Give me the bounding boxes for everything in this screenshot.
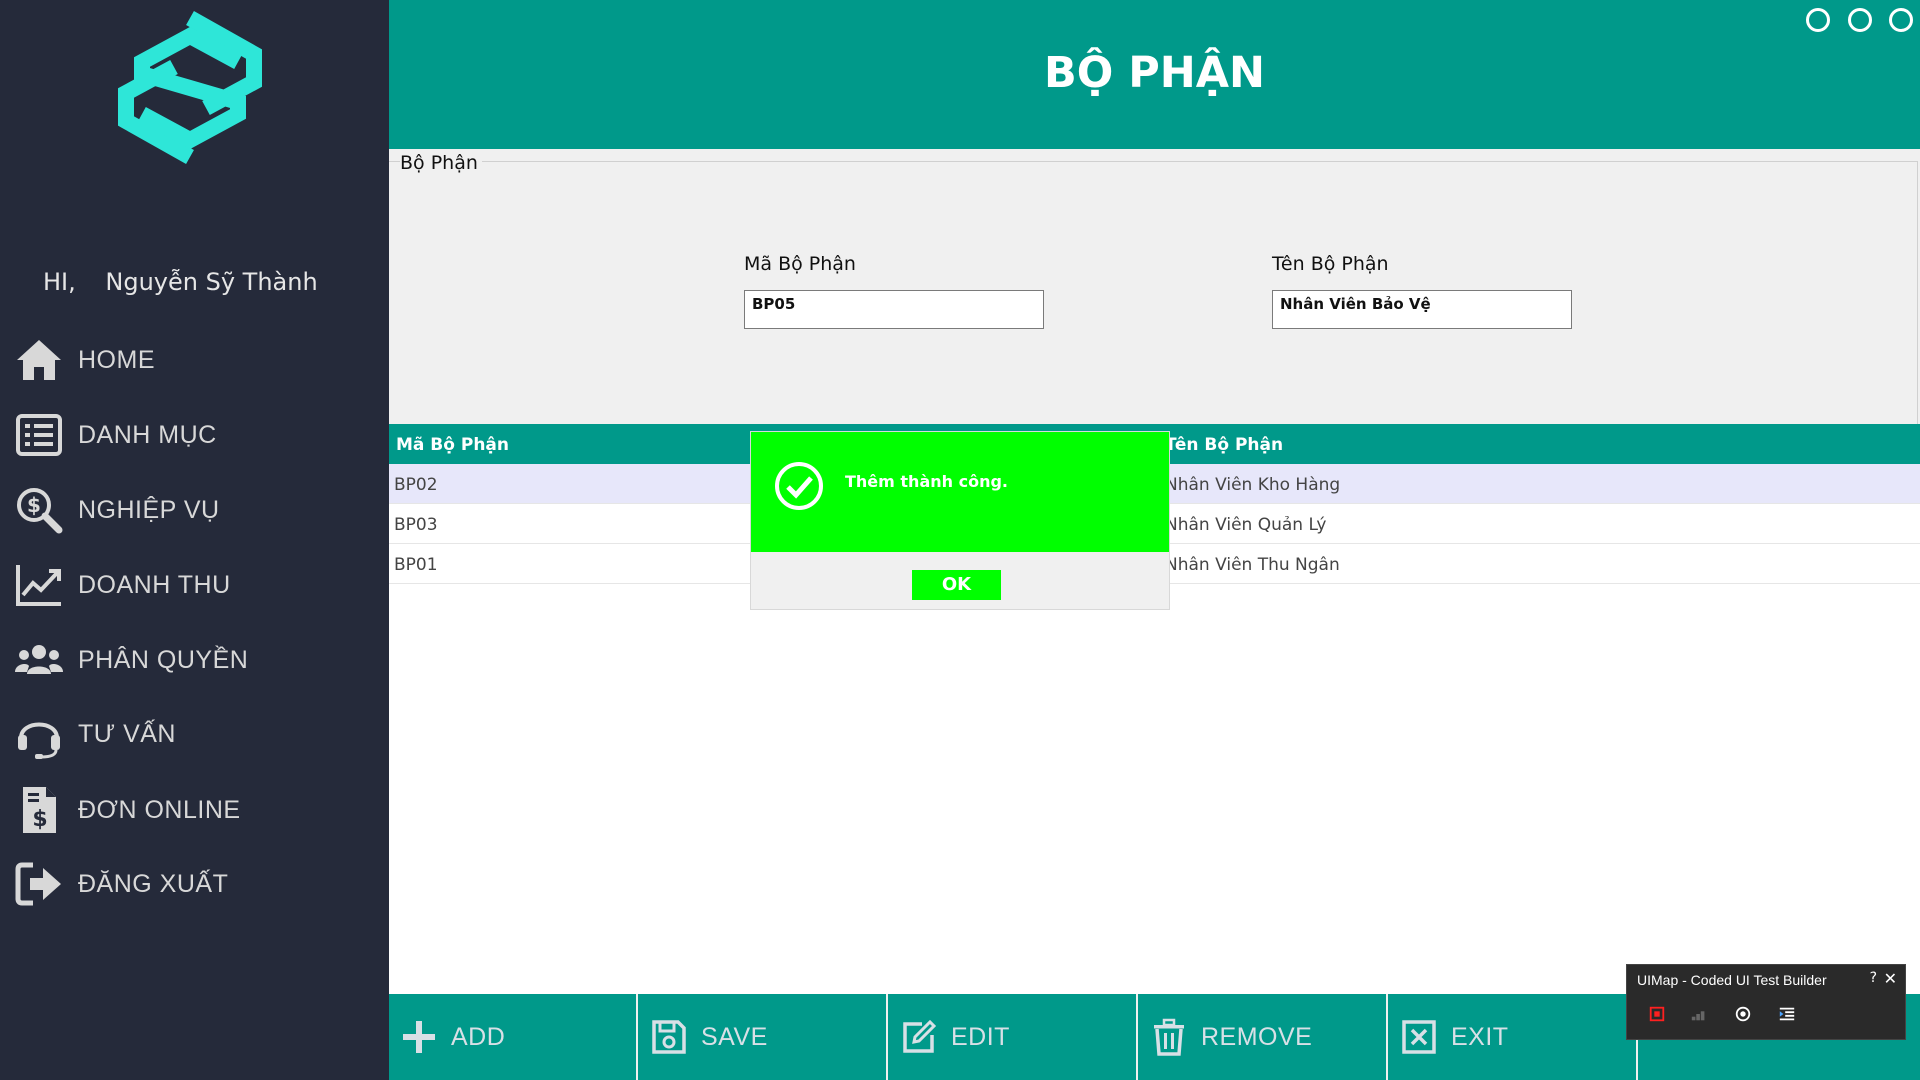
window-control-button[interactable] — [1889, 8, 1913, 32]
cell-code: BP02 — [394, 475, 438, 495]
save-button[interactable]: SAVE — [639, 994, 888, 1080]
svg-text:$: $ — [27, 493, 41, 517]
sidebar-item-doanh-thu[interactable]: DOANH THU — [0, 555, 389, 615]
target-icon[interactable] — [1729, 1000, 1757, 1028]
edit-button[interactable]: EDIT — [889, 994, 1138, 1080]
home-icon — [12, 333, 66, 387]
add-button-label: ADD — [451, 1022, 506, 1051]
chart-line-icon — [12, 558, 66, 612]
svg-text:$: $ — [32, 807, 47, 832]
remove-button[interactable]: REMOVE — [1139, 994, 1388, 1080]
sign-out-icon — [12, 857, 66, 911]
cell-code: BP01 — [394, 555, 438, 575]
generate-code-icon[interactable] — [1773, 1000, 1801, 1028]
uimap-test-builder-panel: UIMap - Coded UI Test Builder ? ✕ — [1626, 964, 1906, 1040]
edit-icon — [899, 1017, 939, 1057]
sidebar: HI, Nguyễn Sỹ Thành HOME DANH MỤC $ NGHI… — [0, 0, 389, 1080]
sidebar-item-don-online[interactable]: $ ĐƠN ONLINE — [0, 780, 389, 840]
exit-button-label: EXIT — [1451, 1022, 1509, 1051]
sidebar-item-danh-muc[interactable]: DANH MỤC — [0, 405, 389, 465]
department-form-group: Bộ Phận Mã Bộ Phận BP05 Tên Bộ Phận Nhân… — [389, 149, 1920, 424]
page-header: BỘ PHẬN — [389, 0, 1920, 149]
record-icon[interactable] — [1643, 1000, 1671, 1028]
add-button[interactable]: ADD — [389, 994, 638, 1080]
sidebar-item-label: NGHIỆP VỤ — [78, 495, 220, 524]
page-title: BỘ PHẬN — [1043, 48, 1266, 98]
department-code-field[interactable]: BP05 — [744, 290, 1044, 329]
window-control-button[interactable] — [1848, 8, 1872, 32]
cell-name: Nhân Viên Thu Ngân — [1165, 555, 1340, 575]
sidebar-item-label: DOANH THU — [78, 570, 231, 599]
plus-icon — [399, 1017, 439, 1057]
sidebar-item-label: TƯ VẤN — [78, 719, 176, 748]
message-text: Thêm thành công. — [845, 472, 1008, 491]
sidebar-item-home[interactable]: HOME — [0, 330, 389, 390]
cell-name: Nhân Viên Quản Lý — [1165, 515, 1327, 535]
sidebar-item-label: PHÂN QUYỀN — [78, 645, 249, 674]
save-button-label: SAVE — [701, 1022, 768, 1051]
message-banner: Thêm thành công. — [751, 432, 1169, 552]
department-name-field[interactable]: Nhân Viên Bảo Vệ — [1272, 290, 1572, 329]
greeting-hi: HI, — [43, 268, 76, 296]
department-name-label: Tên Bộ Phận — [1272, 253, 1389, 275]
column-header-name[interactable]: Tên Bộ Phận — [1165, 435, 1283, 455]
sidebar-item-label: ĐƠN ONLINE — [78, 795, 241, 824]
sidebar-item-nghiep-vu[interactable]: $ NGHIỆP VỤ — [0, 480, 389, 540]
sidebar-item-label: ĐĂNG XUẤT — [78, 869, 229, 898]
edit-button-label: EDIT — [951, 1022, 1010, 1051]
exit-button[interactable]: EXIT — [1389, 994, 1638, 1080]
list-icon — [12, 408, 66, 462]
uimap-title: UIMap - Coded UI Test Builder — [1637, 972, 1827, 988]
users-icon — [12, 633, 66, 687]
column-header-code[interactable]: Mã Bộ Phận — [396, 435, 509, 455]
help-icon[interactable]: ? — [1870, 970, 1877, 986]
sidebar-item-label: DANH MỤC — [78, 420, 217, 449]
user-greeting: HI, Nguyễn Sỹ Thành — [43, 268, 318, 296]
cell-name: Nhân Viên Kho Hàng — [1165, 475, 1341, 495]
success-message-dialog: Thêm thành công. OK — [751, 432, 1169, 609]
steps-icon[interactable] — [1685, 1000, 1713, 1028]
app-logo — [118, 10, 263, 165]
search-dollar-icon: $ — [12, 483, 66, 537]
groupbox-title: Bộ Phận — [400, 152, 482, 174]
sidebar-item-tu-van[interactable]: TƯ VẤN — [0, 704, 389, 764]
trash-icon — [1149, 1017, 1189, 1057]
headset-icon — [12, 707, 66, 761]
ok-button[interactable]: OK — [912, 570, 1001, 600]
sidebar-item-phan-quyen[interactable]: PHÂN QUYỀN — [0, 630, 389, 690]
groupbox-border — [389, 161, 1918, 424]
sidebar-item-dang-xuat[interactable]: ĐĂNG XUẤT — [0, 854, 389, 914]
floppy-disk-icon — [649, 1017, 689, 1057]
check-circle-icon — [774, 461, 824, 511]
invoice-dollar-icon: $ — [12, 783, 66, 837]
remove-button-label: REMOVE — [1201, 1022, 1313, 1051]
cell-code: BP03 — [394, 515, 438, 535]
close-box-icon — [1399, 1017, 1439, 1057]
department-code-label: Mã Bộ Phận — [744, 253, 856, 275]
user-name: Nguyễn Sỹ Thành — [105, 268, 318, 296]
window-control-button[interactable] — [1806, 8, 1830, 32]
close-icon[interactable]: ✕ — [1884, 969, 1897, 988]
sidebar-item-label: HOME — [78, 345, 155, 374]
